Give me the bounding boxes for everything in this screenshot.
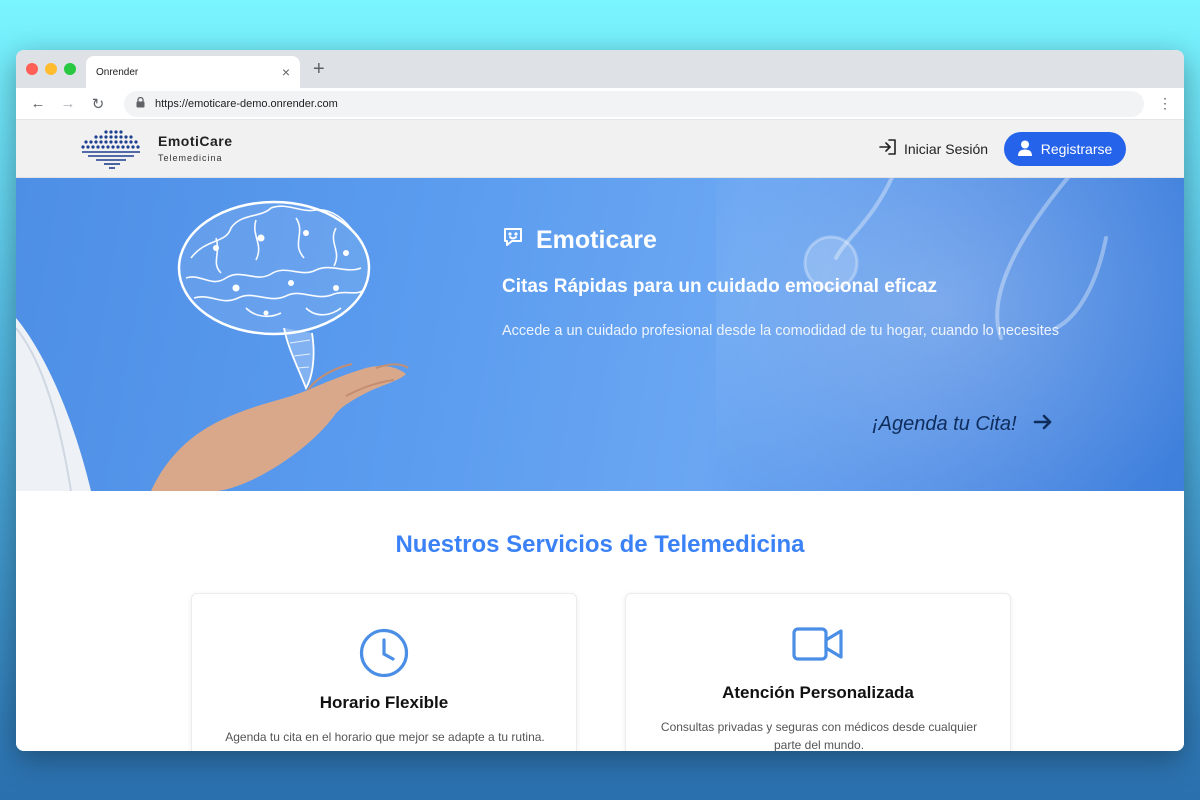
browser-menu-button[interactable]: ⋮ bbox=[1156, 95, 1174, 112]
logo-icon[interactable] bbox=[80, 129, 144, 176]
login-label: Iniciar Sesión bbox=[904, 140, 989, 157]
user-icon bbox=[1017, 140, 1041, 159]
register-label: Registrarse bbox=[1040, 141, 1113, 157]
service-card-personalized-care[interactable]: Atención Personalizada Consultas privada… bbox=[625, 593, 1011, 751]
tab-strip: Onrender × + bbox=[16, 50, 1184, 88]
url-text: https://emoticare-demo.onrender.com bbox=[155, 97, 338, 110]
window-controls bbox=[26, 63, 76, 75]
site-header: EmotiCare Telemedicina Iniciar Sesión Re… bbox=[16, 120, 1184, 178]
video-camera-icon bbox=[626, 624, 1010, 669]
register-button[interactable]: Registrarse bbox=[1004, 132, 1126, 166]
browser-window: Onrender × + ← → ↻ https://emoticare-dem… bbox=[16, 50, 1184, 751]
back-button[interactable]: ← bbox=[26, 95, 50, 112]
close-window-button[interactable] bbox=[26, 63, 38, 75]
tab-title: Onrender bbox=[96, 66, 139, 78]
chat-smile-icon bbox=[502, 226, 536, 255]
tab-close-icon[interactable]: × bbox=[282, 64, 290, 80]
reload-button[interactable]: ↻ bbox=[86, 95, 110, 113]
service-card-title: Atención Personalizada bbox=[722, 683, 914, 702]
minimize-window-button[interactable] bbox=[45, 63, 57, 75]
service-card-description: Consultas privadas y seguras con médicos… bbox=[660, 720, 978, 751]
service-card-flexible-schedule[interactable]: Horario Flexible Agenda tu cita en el ho… bbox=[191, 593, 577, 751]
cta-label: ¡Agenda tu Cita! bbox=[872, 413, 1017, 435]
lock-icon bbox=[136, 96, 145, 111]
brand-subtitle: Telemedicina bbox=[158, 153, 223, 163]
clock-icon bbox=[192, 628, 576, 683]
login-icon bbox=[878, 138, 904, 159]
services-title: Nuestros Servicios de Telemedicina bbox=[395, 531, 805, 558]
login-button[interactable]: Iniciar Sesión bbox=[878, 138, 988, 159]
hero-description: Accede a un cuidado profesional desde la… bbox=[502, 323, 1060, 339]
hero-title-text: Emoticare bbox=[536, 226, 657, 254]
service-card-description: Agenda tu cita en el horario que mejor s… bbox=[225, 730, 545, 744]
hero-subtitle: Citas Rápidas para un cuidado emocional … bbox=[502, 276, 938, 297]
schedule-appointment-link[interactable]: ¡Agenda tu Cita! bbox=[872, 413, 1053, 436]
forward-button[interactable]: → bbox=[56, 95, 80, 112]
brand-name: EmotiCare bbox=[158, 133, 233, 149]
address-bar[interactable]: https://emoticare-demo.onrender.com bbox=[124, 90, 1144, 117]
service-card-title: Horario Flexible bbox=[319, 693, 449, 712]
arrow-right-icon bbox=[1017, 413, 1053, 436]
browser-toolbar: ← → ↻ https://emoticare-demo.onrender.co… bbox=[16, 88, 1184, 120]
hero-banner: Emoticare Citas Rápidas para un cuidado … bbox=[16, 178, 1184, 491]
brand[interactable]: EmotiCare Telemedicina bbox=[158, 133, 233, 163]
services-section: Nuestros Servicios de Telemedicina Horar… bbox=[16, 491, 1184, 751]
new-tab-button[interactable]: + bbox=[313, 58, 325, 81]
maximize-window-button[interactable] bbox=[64, 63, 76, 75]
hero-title: Emoticare bbox=[502, 226, 657, 255]
browser-tab[interactable]: Onrender × bbox=[86, 56, 300, 88]
